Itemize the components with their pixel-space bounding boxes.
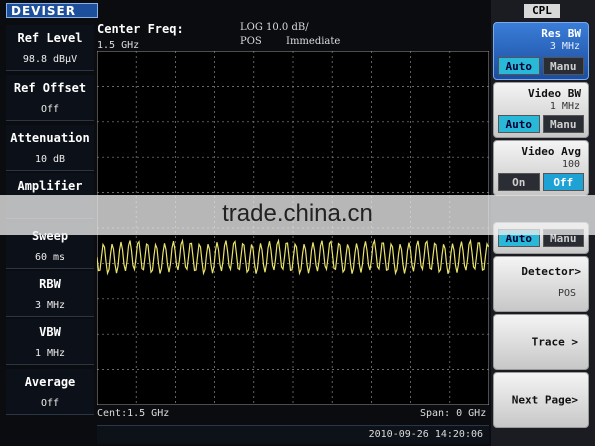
watermark-text: trade.china.cn — [222, 200, 373, 227]
param-ref-offset[interactable]: Ref Offset Off — [6, 75, 94, 121]
detector-softkey[interactable]: Detector> POS — [493, 256, 589, 312]
center-frequency-footer: Cent:1.5 GHz — [97, 408, 170, 419]
span-footer: Span: 0 GHz — [420, 408, 487, 419]
param-average[interactable]: Average Off — [6, 369, 94, 415]
next-page-softkey[interactable]: Next Page> — [493, 372, 589, 428]
video-bw-auto-button[interactable]: Auto — [498, 115, 540, 133]
log-scale-readout: LOG 10.0 dB/ — [240, 22, 309, 33]
video-avg-softkey[interactable]: Video Avg 100 On Off — [493, 140, 589, 196]
video-bw-manu-button[interactable]: Manu — [542, 115, 584, 133]
analyzer-screen: DEVISER Center Freq: 1.5 GHz LOG 10.0 dB… — [0, 0, 595, 446]
trigger-mode-readout: Immediate — [286, 36, 341, 47]
param-vbw[interactable]: VBW 1 MHz — [6, 319, 94, 365]
datetime-readout: 2010-09-26 14:20:06 — [368, 429, 483, 440]
param-ref-level[interactable]: Ref Level 98.8 dBµV — [6, 25, 94, 71]
video-avg-off-button[interactable]: Off — [542, 173, 584, 191]
trace-softkey[interactable]: Trace > — [493, 314, 589, 370]
param-rbw[interactable]: RBW 3 MHz — [6, 271, 94, 317]
param-attenuation[interactable]: Attenuation 10 dB — [6, 125, 94, 171]
menu-title: CPL — [524, 4, 560, 18]
center-freq-value: 1.5 GHz — [97, 40, 140, 51]
detector-mode-readout: POS — [240, 36, 262, 47]
video-bw-softkey[interactable]: Video BW 1 MHz Auto Manu — [493, 82, 589, 138]
video-avg-on-button[interactable]: On — [498, 173, 540, 191]
deviser-logo: DEVISER — [6, 3, 98, 18]
res-bw-softkey[interactable]: Res BW 3 MHz Auto Manu — [493, 22, 589, 80]
res-bw-auto-button[interactable]: Auto — [498, 57, 540, 75]
status-bar: 2010-09-26 14:20:06 — [97, 425, 489, 444]
center-freq-label: Center Freq: — [97, 22, 184, 36]
res-bw-manu-button[interactable]: Manu — [542, 57, 584, 75]
